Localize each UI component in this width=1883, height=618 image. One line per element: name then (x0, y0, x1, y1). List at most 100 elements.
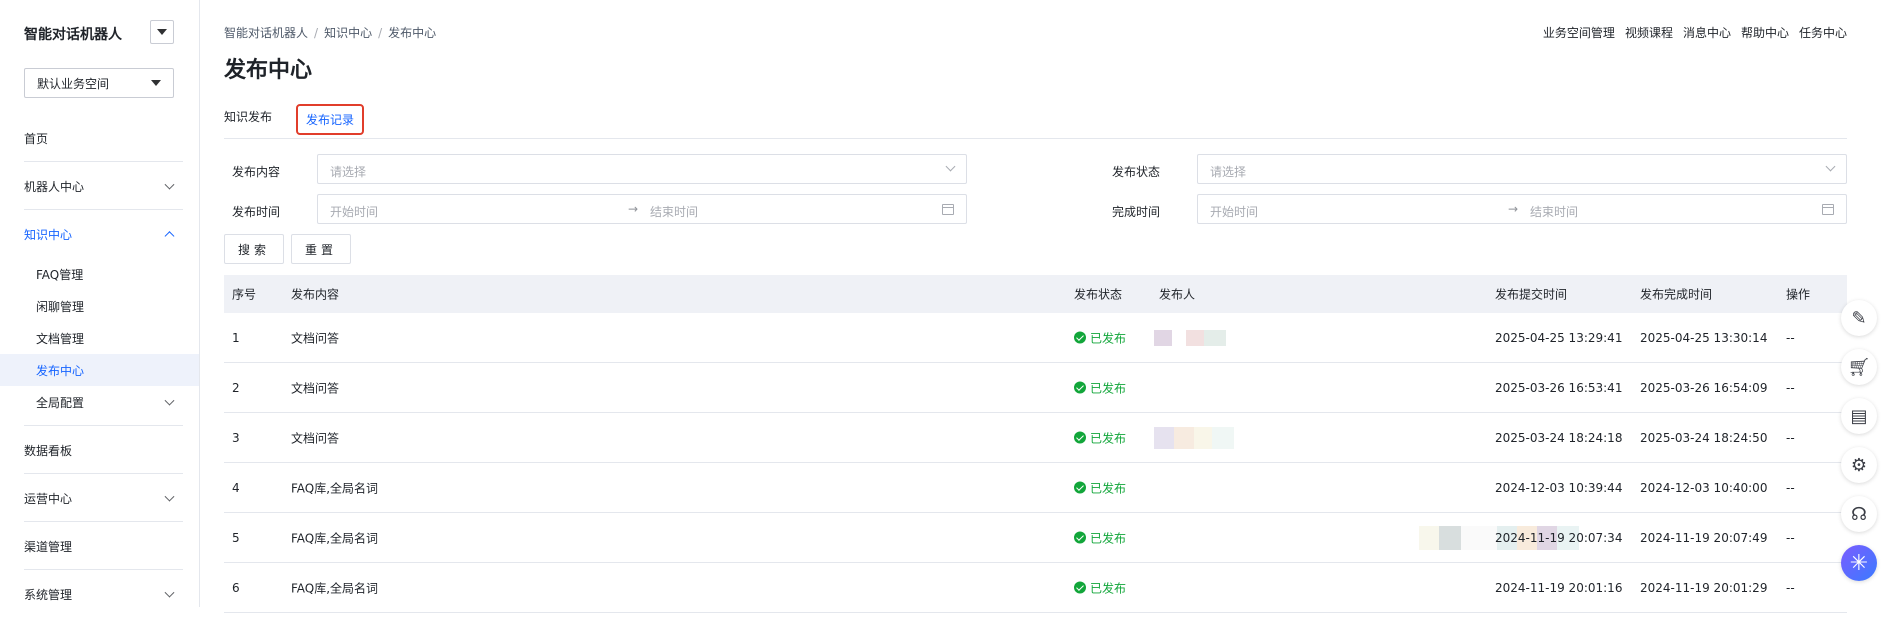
chevron-down-icon (164, 587, 175, 598)
row-content: FAQ库,全局名词 (291, 581, 379, 595)
row-index: 2 (232, 380, 240, 395)
row-action: -- (1786, 580, 1795, 595)
row-content: 文档问答 (291, 431, 340, 445)
table-row: 3 文档问答 已发布 2025-03-24 18:24:18 2025-03-2… (224, 413, 1847, 463)
sidebar-item-documents[interactable]: 文档管理 (0, 322, 199, 354)
sidebar-item-dashboard[interactable]: 数据看板 (0, 426, 199, 474)
row-submitted-time: 2025-04-25 13:29:41 (1495, 330, 1623, 345)
table-row: 4 FAQ库,全局名词 已发布 2024-12-03 10:39:44 2024… (224, 463, 1847, 513)
table-row: 1 文档问答 已发布 2025-04-25 13:29:41 2025-04-2… (224, 313, 1847, 363)
chevron-up-icon (164, 231, 175, 242)
page-title: 发布中心 (224, 58, 313, 83)
check-circle-icon (1074, 531, 1086, 544)
row-content: FAQ库,全局名词 (291, 481, 379, 495)
top-links: 业务空间管理 视频课程 消息中心 帮助中心 任务中心 (1533, 24, 1847, 41)
cart-icon[interactable]: 🛒︎ (1841, 349, 1877, 385)
status-badge: 已发布 (1074, 579, 1126, 596)
row-completed-time: 2025-03-26 16:54:09 (1640, 380, 1768, 395)
sidebar-item-label: 知识中心 (24, 227, 73, 242)
chevron-down-icon (1825, 161, 1836, 172)
sidebar-item-label: 首页 (24, 131, 49, 146)
sidebar: 智能对话机器人 默认业务空间 首页 机器人中心 知识中心 FAQ管理 闲聊管理 … (0, 0, 200, 607)
chevron-down-icon (164, 179, 175, 190)
row-index: 5 (232, 530, 240, 545)
filter-label-publish-time: 发布时间 (232, 205, 281, 219)
sidebar-item-system[interactable]: 系统管理 (0, 570, 199, 618)
brand-title: 智能对话机器人 (24, 27, 122, 43)
sidebar-item-home[interactable]: 首页 (0, 114, 199, 162)
workspace-select[interactable]: 默认业务空间 (24, 68, 174, 98)
sidebar-item-publish-center[interactable]: 发布中心 (0, 354, 199, 386)
check-circle-icon (1074, 431, 1086, 444)
brand-row: 智能对话机器人 (24, 20, 174, 46)
sidebar-item-operations[interactable]: 运营中心 (0, 474, 199, 522)
table-row: 6 FAQ库,全局名词 已发布 2024-11-19 20:01:16 2024… (224, 563, 1847, 613)
content-select-placeholder: 请选择 (330, 165, 367, 179)
status-text: 已发布 (1090, 381, 1127, 395)
finish-start-placeholder: 开始时间 (1210, 205, 1259, 219)
table-header: 序号 发布内容 发布状态 发布人 发布提交时间 发布完成时间 操作 (224, 275, 1847, 313)
row-action: -- (1786, 330, 1795, 345)
tab-knowledge-publish[interactable]: 知识发布 (224, 108, 272, 125)
publish-time-range[interactable]: 开始时间 → 结束时间 (317, 194, 967, 224)
sidebar-item-label: 渠道管理 (24, 539, 73, 554)
sidebar-item-faq[interactable]: FAQ管理 (0, 258, 199, 290)
calendar-icon (1822, 204, 1834, 215)
search-button[interactable]: 搜索 (224, 234, 284, 264)
sidebar-item-label: 机器人中心 (24, 179, 85, 194)
row-action: -- (1786, 480, 1795, 495)
caret-down-icon (157, 29, 167, 35)
status-select[interactable]: 请选择 (1197, 154, 1847, 184)
breadcrumb-item[interactable]: 智能对话机器人 (224, 26, 308, 40)
sidebar-item-label: 文档管理 (36, 331, 85, 346)
row-content: 文档问答 (291, 381, 340, 395)
sidebar-item-label: 闲聊管理 (36, 299, 85, 314)
knowledge-submenu: FAQ管理 闲聊管理 文档管理 发布中心 全局配置 (0, 258, 199, 426)
status-text: 已发布 (1090, 431, 1127, 445)
sidebar-item-knowledge-center[interactable]: 知识中心 (0, 210, 199, 258)
sidebar-item-robot-center[interactable]: 机器人中心 (0, 162, 199, 210)
status-badge: 已发布 (1074, 529, 1126, 546)
status-badge: 已发布 (1074, 329, 1126, 346)
caret-down-icon (151, 80, 161, 86)
row-completed-time: 2025-03-24 18:24:50 (1640, 430, 1768, 445)
check-circle-icon (1074, 581, 1086, 594)
row-index: 6 (232, 580, 240, 595)
sidebar-item-chitchat[interactable]: 闲聊管理 (0, 290, 199, 322)
check-circle-icon (1074, 381, 1086, 394)
link-task-center[interactable]: 任务中心 (1799, 26, 1847, 40)
content-select[interactable]: 请选择 (317, 154, 967, 184)
row-submitted-time: 2025-03-24 18:24:18 (1495, 430, 1623, 445)
floating-toolbar: ✎ 🛒︎ ▤ ⚙ ☊ ✳ (1835, 300, 1883, 594)
breadcrumb-item[interactable]: 知识中心 (324, 26, 372, 40)
column-header: 发布人 (1159, 287, 1196, 302)
row-completed-time: 2024-11-19 20:01:29 (1640, 580, 1768, 595)
row-action: -- (1786, 530, 1795, 545)
sidebar-item-global-config[interactable]: 全局配置 (0, 386, 199, 418)
check-circle-icon (1074, 331, 1086, 344)
status-select-placeholder: 请选择 (1210, 165, 1247, 179)
status-badge: 已发布 (1074, 479, 1126, 496)
row-action: -- (1786, 430, 1795, 445)
product-switch-button[interactable] (150, 20, 174, 44)
link-message-center[interactable]: 消息中心 (1683, 26, 1731, 40)
gear-icon[interactable]: ⚙ (1841, 447, 1877, 483)
assistant-logo-icon[interactable]: ✳ (1841, 545, 1877, 581)
check-circle-icon (1074, 481, 1086, 494)
row-submitted-time: 2024-12-03 10:39:44 (1495, 480, 1623, 495)
publish-records-table: 序号 发布内容 发布状态 发布人 发布提交时间 发布完成时间 操作 1 文档问答… (224, 275, 1847, 613)
link-help-center[interactable]: 帮助中心 (1741, 26, 1789, 40)
row-index: 3 (232, 430, 240, 445)
sidebar-item-channels[interactable]: 渠道管理 (0, 522, 199, 570)
publish-end-placeholder: 结束时间 (650, 205, 699, 219)
edit-icon[interactable]: ✎ (1841, 300, 1877, 336)
row-completed-time: 2024-11-19 20:07:49 (1640, 530, 1768, 545)
contract-icon[interactable]: ▤ (1841, 398, 1877, 434)
headset-icon[interactable]: ☊ (1841, 496, 1877, 532)
link-video-courses[interactable]: 视频课程 (1625, 26, 1673, 40)
finish-time-range[interactable]: 开始时间 → 结束时间 (1197, 194, 1847, 224)
reset-button[interactable]: 重置 (291, 234, 351, 264)
link-workspace-management[interactable]: 业务空间管理 (1543, 26, 1615, 40)
tab-publish-records[interactable]: 发布记录 (296, 104, 365, 135)
row-submitted-time: 2025-03-26 16:53:41 (1495, 380, 1623, 395)
